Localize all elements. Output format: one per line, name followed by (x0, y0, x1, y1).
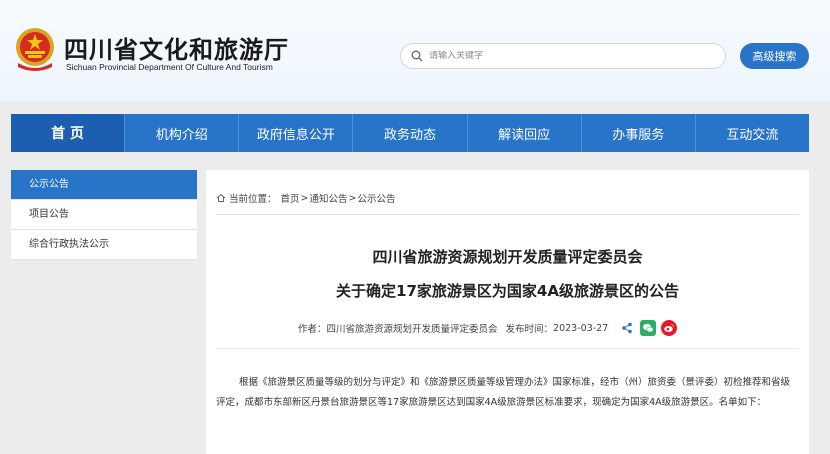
article-meta: 作者： 四川省旅游资源规划开发质量评定委员会 发布时间： 2023-03-27 (298, 320, 678, 336)
breadcrumb-separator: > (348, 192, 357, 204)
nav-item-services[interactable]: 办事服务 (582, 114, 696, 152)
site-header: 四川省文化和旅游厅 Sichuan Provincial Department … (0, 0, 830, 102)
sidebar-item-project-notice[interactable]: 项目公告 (11, 200, 197, 230)
divider (216, 348, 799, 349)
sidebar-item-public-notice[interactable]: 公示公告 (11, 170, 197, 200)
breadcrumb-home[interactable]: 首页 (281, 191, 300, 205)
search-icon (411, 50, 423, 62)
national-emblem-icon[interactable] (12, 25, 58, 73)
article-body: 根据《旅游景区质量等级的划分与评定》和《旅游景区质量等级管理办法》国家标准，经市… (216, 377, 791, 408)
nav-item-organization[interactable]: 机构介绍 (125, 114, 240, 152)
share-icon[interactable] (619, 320, 635, 336)
author-value: 四川省旅游资源规划开发质量评定委员会 (326, 324, 498, 335)
nav-item-gov-info[interactable]: 政府信息公开 (239, 114, 354, 152)
breadcrumb-separator: > (300, 192, 309, 204)
wechat-icon[interactable] (640, 320, 657, 336)
home-icon (216, 193, 226, 202)
main-nav: 首 页 机构介绍 政府信息公开 政务动态 解读回应 办事服务 互动交流 (11, 114, 809, 152)
breadcrumb-notices[interactable]: 通知公告 (310, 191, 348, 205)
nav-item-interpretation[interactable]: 解读回应 (468, 114, 582, 152)
search-box[interactable] (400, 43, 726, 69)
weibo-icon[interactable] (661, 320, 678, 336)
divider (216, 214, 799, 215)
share-bar (614, 320, 678, 336)
article-panel: 当前位置： 首页 > 通知公告 > 公示公告 四川省旅游资源规划开发质量评定委员… (206, 170, 809, 454)
breadcrumb-prefix: 当前位置： (229, 194, 277, 205)
nav-item-home[interactable]: 首 页 (11, 114, 126, 152)
advanced-search-button[interactable]: 高级搜索 (740, 43, 809, 69)
site-title[interactable]: 四川省文化和旅游厅 (64, 30, 289, 65)
nav-item-interaction[interactable]: 互动交流 (696, 114, 809, 152)
sidebar-item-enforcement[interactable]: 综合行政执法公示 (11, 230, 197, 260)
search-input[interactable] (429, 51, 709, 61)
breadcrumb-public-notice[interactable]: 公示公告 (357, 191, 395, 205)
author-label: 作者： (298, 324, 327, 335)
time-value: 2023-03-27 (553, 322, 609, 334)
nav-item-news[interactable]: 政务动态 (353, 114, 468, 152)
breadcrumb: 当前位置： 首页 > 通知公告 > 公示公告 (216, 191, 396, 205)
site-subtitle: Sichuan Provincial Department Of Culture… (66, 62, 273, 72)
time-label: 发布时间： (505, 324, 554, 335)
sidebar: 公示公告 项目公告 综合行政执法公示 (11, 170, 197, 260)
article-title-line2: 关于确定17家旅游景区为国家4A级旅游景区的公告 (336, 282, 679, 300)
article-title-line1: 四川省旅游资源规划开发质量评定委员会 (372, 248, 643, 266)
